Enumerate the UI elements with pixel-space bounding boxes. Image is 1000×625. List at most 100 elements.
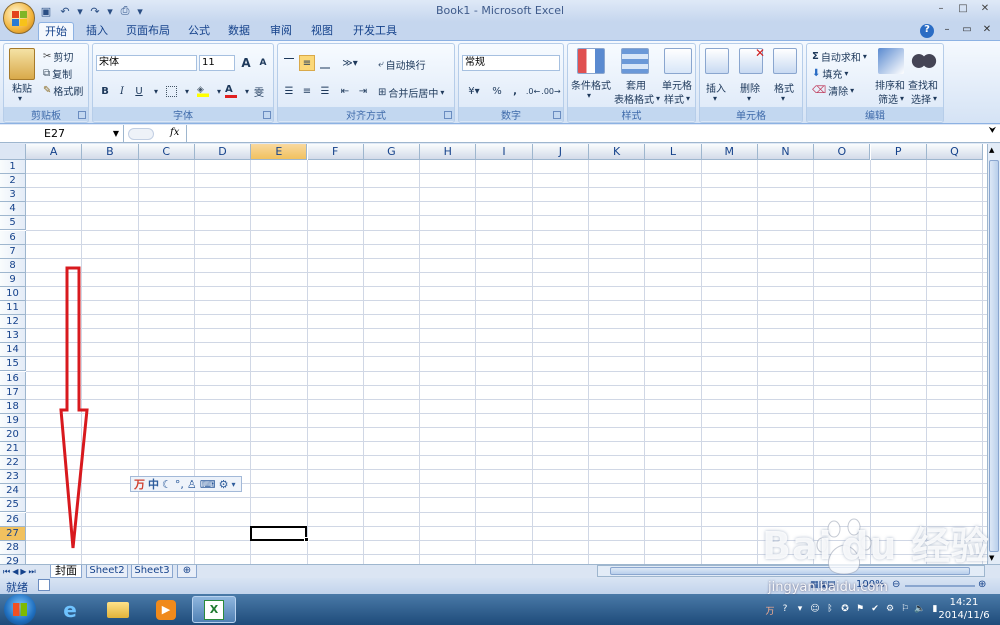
insert-function-button[interactable]: fx: [170, 127, 179, 138]
format-painter-button[interactable]: ✎ 格式刷: [43, 83, 83, 98]
format-cells-icon[interactable]: [773, 48, 797, 74]
close-button[interactable]: ✕: [974, 1, 996, 15]
keyboard-icon[interactable]: ⌨: [200, 478, 216, 491]
row-header-3[interactable]: 3: [0, 188, 26, 203]
maximize-button[interactable]: □: [952, 1, 974, 15]
border-dropdown-icon[interactable]: ▾: [179, 83, 195, 99]
moon-icon[interactable]: ☾: [162, 478, 172, 491]
tab-review[interactable]: 审阅: [264, 22, 298, 40]
row-header-25[interactable]: 25: [0, 498, 26, 513]
percent-button[interactable]: %: [489, 83, 505, 99]
tab-home[interactable]: 开始: [38, 22, 74, 40]
scroll-up-icon[interactable]: ▲: [989, 146, 994, 154]
copy-button[interactable]: ⧉ 复制: [43, 66, 72, 81]
column-header-j[interactable]: J: [532, 144, 589, 160]
paste-dropdown-icon[interactable]: ▾: [18, 94, 22, 103]
row-header-29[interactable]: 29: [0, 554, 26, 564]
align-top-icon[interactable]: ⎺: [281, 55, 297, 71]
paste-icon[interactable]: [9, 48, 35, 80]
network-status-icon[interactable]: ✔: [869, 604, 881, 616]
binoculars-icon[interactable]: [911, 48, 937, 74]
sheet-nav-icons[interactable]: ⏮◀▶⏭: [3, 565, 38, 578]
workbook-minimize-button[interactable]: –: [940, 24, 954, 38]
shrink-font-button[interactable]: A: [255, 55, 271, 71]
row-header-23[interactable]: 23: [0, 470, 26, 485]
select-all-corner[interactable]: [0, 144, 26, 160]
wrap-text-button[interactable]: ⤶ 自动换行: [378, 57, 426, 72]
sort-filter-icon[interactable]: [878, 48, 904, 74]
underline-dropdown-icon[interactable]: ▾: [148, 83, 164, 99]
row-header-14[interactable]: 14: [0, 343, 26, 358]
column-header-d[interactable]: D: [194, 144, 252, 160]
decrease-decimal-icon[interactable]: .00→: [541, 83, 560, 99]
column-header-f[interactable]: F: [307, 144, 364, 160]
number-format-select[interactable]: 常规: [462, 55, 560, 71]
taskbar-clock[interactable]: 14:21 2014/11/6: [934, 596, 994, 622]
cut-button[interactable]: ✂ 剪切: [43, 49, 73, 64]
sheet-tab-cover[interactable]: 封面: [50, 565, 82, 578]
row-header-19[interactable]: 19: [0, 413, 26, 428]
column-header-o[interactable]: O: [814, 144, 871, 160]
format-dropdown-icon[interactable]: ▾: [781, 94, 785, 103]
bluetooth-icon[interactable]: ᛒ: [824, 604, 836, 616]
phonetic-icon[interactable]: 雯: [251, 83, 267, 99]
font-name-select[interactable]: 宋体: [96, 55, 197, 71]
format-as-table-icon[interactable]: [621, 48, 649, 74]
align-right-icon[interactable]: ☰: [317, 83, 333, 99]
insert-cells-button[interactable]: 插入: [706, 80, 726, 95]
security-icon[interactable]: ✪: [839, 604, 851, 616]
autosum-button[interactable]: Σ 自动求和 ▾: [812, 49, 867, 64]
row-header-11[interactable]: 11: [0, 301, 26, 316]
row-header-15[interactable]: 15: [0, 357, 26, 372]
find-select-button[interactable]: 选择 ▾: [911, 91, 937, 106]
row-header-10[interactable]: 10: [0, 286, 26, 301]
tab-view[interactable]: 视图: [305, 22, 339, 40]
row-header-18[interactable]: 18: [0, 399, 26, 414]
help-tray-icon[interactable]: ?: [779, 604, 791, 616]
conditional-format-button[interactable]: 条件格式: [571, 77, 611, 92]
active-cell[interactable]: [250, 525, 308, 541]
column-header-a[interactable]: A: [26, 144, 83, 160]
column-header-g[interactable]: G: [363, 144, 421, 160]
underline-button[interactable]: U: [131, 83, 147, 99]
tab-developer[interactable]: 开发工具: [348, 22, 402, 40]
column-header-n[interactable]: N: [757, 144, 815, 160]
format-cells-button[interactable]: 格式: [774, 80, 794, 95]
column-header-h[interactable]: H: [420, 144, 477, 160]
row-header-21[interactable]: 21: [0, 442, 26, 457]
name-box-dropdown-icon[interactable]: ▼: [113, 125, 119, 142]
currency-icon[interactable]: ¥▾: [462, 83, 486, 99]
ie-taskbar-button[interactable]: e: [48, 596, 92, 623]
clipboard-launcher-icon[interactable]: [78, 111, 86, 119]
ime-user-icon[interactable]: ♙: [187, 478, 197, 491]
insert-dropdown-icon[interactable]: ▾: [713, 94, 717, 103]
column-header-b[interactable]: B: [82, 144, 139, 160]
column-header-k[interactable]: K: [589, 144, 646, 160]
increase-decimal-icon[interactable]: .0←: [525, 83, 541, 99]
font-launcher-icon[interactable]: [263, 111, 271, 119]
zoom-out-icon[interactable]: ⊖: [892, 579, 900, 590]
tab-data[interactable]: 数据: [222, 22, 256, 40]
row-header-16[interactable]: 16: [0, 371, 26, 386]
row-header-20[interactable]: 20: [0, 427, 26, 442]
minimize-button[interactable]: –: [930, 1, 952, 15]
sheet-tab-sheet2[interactable]: Sheet2: [86, 565, 128, 578]
row-header-28[interactable]: 28: [0, 540, 26, 555]
row-header-22[interactable]: 22: [0, 456, 26, 471]
grow-font-button[interactable]: A: [238, 55, 254, 71]
column-header-q[interactable]: Q: [926, 144, 984, 160]
zoom-slider[interactable]: [905, 585, 975, 587]
merge-center-button[interactable]: ⊞ 合并后居中 ▾: [378, 85, 444, 100]
ime-logo-icon[interactable]: 万: [134, 476, 145, 492]
italic-button[interactable]: I: [114, 83, 130, 99]
ime-tray-icon[interactable]: 万: [764, 604, 776, 617]
row-header-8[interactable]: 8: [0, 258, 26, 273]
explorer-taskbar-button[interactable]: [96, 596, 140, 623]
media-player-taskbar-button[interactable]: ▶: [144, 596, 188, 623]
zoom-in-icon[interactable]: ⊕: [978, 579, 986, 590]
increase-indent-icon[interactable]: ⇥: [355, 83, 371, 99]
sort-filter-button[interactable]: 筛选 ▾: [878, 91, 904, 106]
align-left-icon[interactable]: ☰: [281, 83, 297, 99]
format-as-table-button[interactable]: 表格格式 ▾: [614, 91, 660, 106]
row-header-2[interactable]: 2: [0, 174, 26, 189]
